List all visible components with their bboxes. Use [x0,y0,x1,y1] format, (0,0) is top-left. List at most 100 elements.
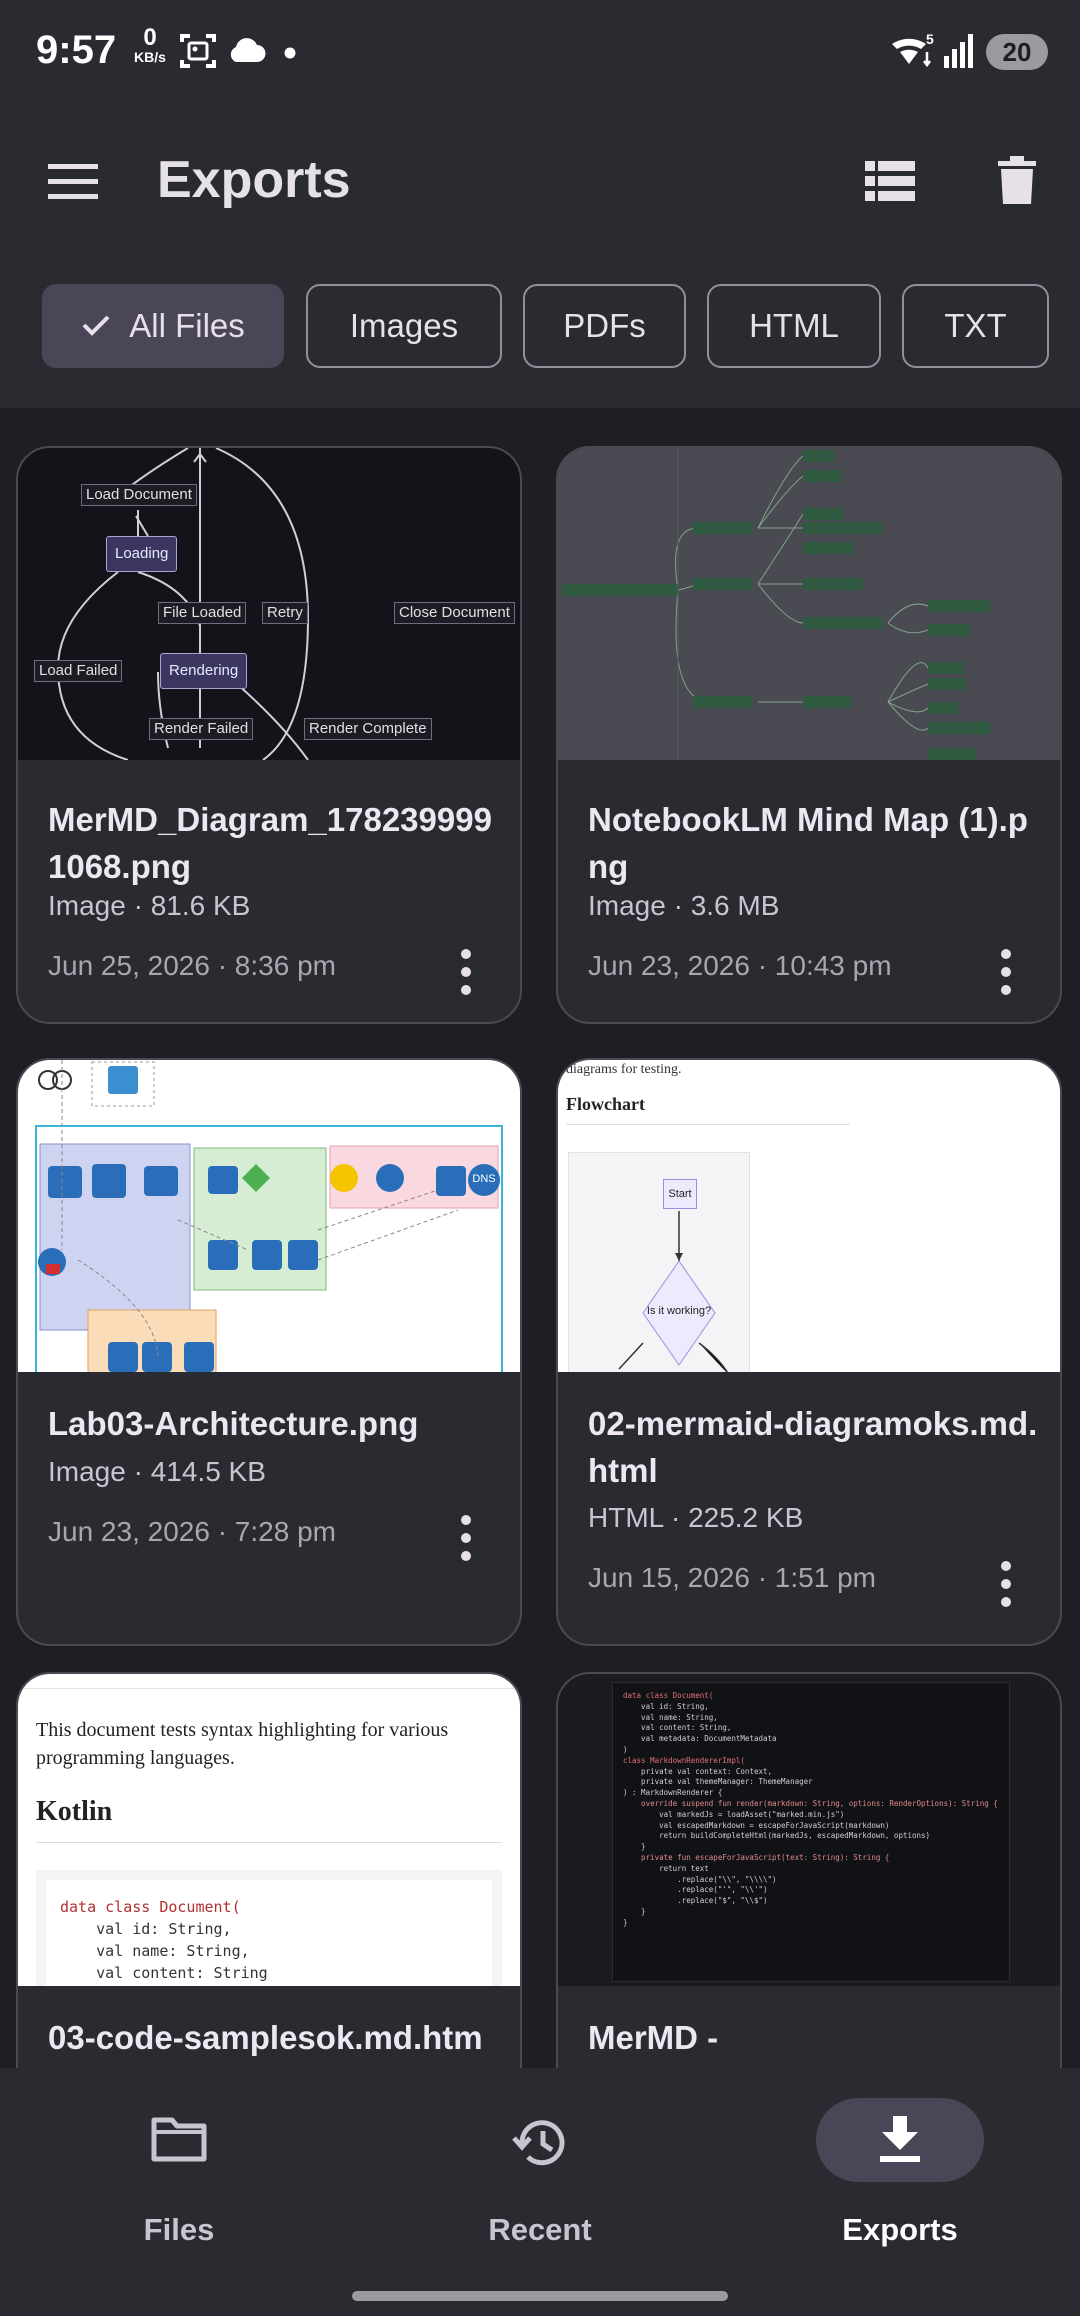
code-line: ) : MarkdownRenderer { [623,1788,723,1798]
file-name: 03-code-samplesok.md.htm [48,2019,483,2056]
code-line: ) [623,1744,628,1754]
file-card[interactable]: DNS Lab03-Architecture.png Image · 414.5… [16,1058,522,1646]
net-speed: 0 KB/s [130,24,170,65]
file-thumbnail: Load Document Loading File Loaded Retry … [18,448,520,760]
page-title: Exports [157,151,351,209]
file-date: Jun 15, 2026 · 1:51 pm [588,1562,876,1593]
chip-txt[interactable]: TXT [902,284,1049,368]
more-vert-icon [446,1515,486,1570]
bottom-navigation: Files Recent Exports [0,2068,1080,2316]
chip-all-files[interactable]: All Files [42,284,284,368]
code-line: class MarkdownRendererImpl( [623,1755,745,1765]
status-bar: 9:57 0 KB/s 5 20 [0,0,1080,104]
code-line: .replace("\\", "\\\\") [623,1874,777,1884]
code-line: .replace("'", "\\'") [623,1885,768,1895]
code-line: .replace("$", "\\$") [623,1896,768,1906]
diagram-label: Load Document [81,484,197,506]
file-thumbnail [558,448,1060,760]
nav-exports[interactable]: Exports [780,2098,1020,2278]
diagram-label: Load Failed [34,660,123,682]
file-thumbnail: data class Document( val id: String, val… [558,1674,1060,1986]
nav-label: Exports [842,2212,958,2247]
code-line: override suspend fun render(markdown: St… [623,1798,998,1808]
menu-button[interactable] [40,154,106,210]
code-line: val id: String, [60,1920,232,1938]
chip-label: PDFs [563,307,646,344]
list-view-button[interactable] [862,156,918,206]
file-date: Jun 23, 2026 · 10:43 pm [588,950,892,981]
chip-label: HTML [749,307,839,344]
file-thumbnail: DNS [18,1060,520,1372]
code-line: private fun escapeForJavaScript(text: St… [623,1852,890,1862]
file-card[interactable]: diagrams for testing. Flowchart Start Is… [556,1058,1062,1646]
thumb-heading: Kotlin [36,1796,113,1827]
code-line: val content: String, [623,1723,732,1733]
diagram-label: Retry [262,602,308,624]
thumb-rule [36,1842,502,1843]
file-card[interactable]: This document tests syntax highlighting … [16,1672,522,2068]
code-line: val name: String, [60,1942,250,1960]
code-preview: data class Document( val id: String, val… [612,1682,1010,1982]
code-line: val name: String, [623,1712,718,1722]
code-line: val id: String, [623,1701,709,1711]
folder-icon [151,2116,207,2167]
chip-images[interactable]: Images [306,284,502,368]
more-options-button[interactable] [986,944,1026,1000]
more-options-button[interactable] [446,1510,486,1566]
file-name: 02-mermaid-diagramoks.md.html [588,1405,1038,1489]
nav-label: Files [143,2212,215,2247]
thumb-diagram-area: Start Is it working? [568,1152,750,1372]
file-thumbnail: This document tests syntax highlighting … [18,1674,520,1986]
diagram-label: File Loaded [158,602,247,624]
file-date: Jun 25, 2026 · 8:36 pm [48,950,336,981]
home-indicator[interactable] [352,2291,728,2301]
more-options-button[interactable] [986,1556,1026,1612]
file-meta: Image · 3.6 MB [588,890,780,921]
signal-icon [944,34,974,73]
thumb-code-block: data class Document( val id: String, val… [36,1870,502,1986]
file-thumbnail: diagrams for testing. Flowchart Start Is… [558,1060,1060,1372]
diagram-label: Close Document [394,602,515,624]
app-bar: Exports [0,104,1080,256]
file-name: NotebookLM Mind Map (1).png [588,801,1028,885]
flow-decision-node: Is it working? [646,1305,712,1317]
file-card[interactable]: Load Document Loading File Loaded Retry … [16,446,522,1024]
file-name: MerMD - [588,2019,719,2056]
file-name: Lab03-Architecture.png [48,1405,419,1442]
download-icon [878,2116,922,2169]
diagram-node: Loading [106,536,178,572]
code-line: return buildCompleteHtml(markedJs, escap… [623,1831,931,1841]
diagram-label: Render Failed [149,718,254,740]
file-grid: Load Document Loading File Loaded Retry … [0,408,1080,2068]
history-icon [510,2116,570,2175]
file-meta: HTML · 225.2 KB [588,1502,804,1533]
cloud-icon [226,38,266,69]
chip-html[interactable]: HTML [707,284,881,368]
net-speed-value: 0 [143,24,157,51]
code-line: private val context: Context, [623,1766,773,1776]
wifi-icon: 5 [890,31,936,75]
thumb-heading: Flowchart [566,1094,645,1114]
code-line: return text [623,1863,709,1873]
thumb-intro: diagrams for testing. [566,1062,682,1077]
file-date: Jun 23, 2026 · 7:28 pm [48,1516,336,1547]
code-line: val content: String [60,1964,268,1982]
diagram-node: Rendering [160,653,248,689]
battery-indicator: 20 [986,34,1048,70]
nav-recent[interactable]: Recent [420,2098,660,2278]
file-card[interactable]: NotebookLM Mind Map (1).png Image · 3.6 … [556,446,1062,1024]
flow-start-node: Start [663,1179,697,1209]
chip-pdfs[interactable]: PDFs [523,284,686,368]
net-speed-unit: KB/s [134,49,166,65]
more-vert-icon [986,949,1026,1004]
status-time: 9:57 [36,28,117,72]
delete-button[interactable] [994,150,1040,210]
more-options-button[interactable] [446,944,486,1000]
code-preview: data class Document( val id: String, val… [46,1880,492,1986]
file-card[interactable]: data class Document( val id: String, val… [556,1672,1062,2068]
filter-chips: All Files Images PDFs HTML TXT [0,256,1080,408]
nav-files[interactable]: Files [59,2098,299,2278]
nav-label: Recent [488,2212,592,2247]
code-line: private val themeManager: ThemeManager [623,1777,813,1787]
more-vert-icon [986,1561,1026,1616]
